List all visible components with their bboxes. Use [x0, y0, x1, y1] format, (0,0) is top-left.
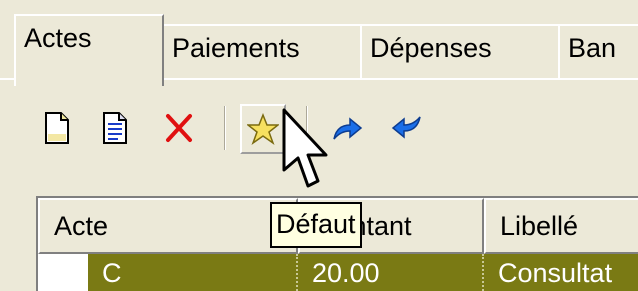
mouse-cursor-icon	[282, 108, 328, 188]
move-up-button[interactable]	[328, 106, 366, 150]
cell-libelle-value: Consultat	[498, 258, 613, 288]
blue-arrow-up-icon	[333, 117, 363, 140]
tab-strip: Actes Paiements Dépenses Ban	[0, 0, 638, 86]
tab-paiements[interactable]: Paiements	[162, 24, 362, 78]
default-button[interactable]	[240, 104, 286, 154]
tab-banque[interactable]: Ban	[558, 24, 638, 78]
star-icon	[247, 113, 279, 145]
tab-actes[interactable]: Actes	[14, 14, 164, 86]
new-document-icon	[45, 112, 69, 144]
move-down-button[interactable]	[388, 106, 426, 150]
red-x-icon	[166, 114, 192, 142]
cell-libelle[interactable]: Consultat	[484, 254, 638, 291]
row-indicator	[38, 254, 88, 291]
edit-document-icon	[103, 112, 127, 144]
cell-acte-value: C	[102, 258, 122, 288]
tab-depenses[interactable]: Dépenses	[360, 24, 560, 78]
table-row[interactable]: C 20.00 Consultat	[38, 254, 638, 291]
tooltip-text: Défaut	[276, 209, 356, 239]
edit-document-button[interactable]	[96, 106, 134, 150]
delete-button[interactable]	[160, 106, 198, 150]
tab-actes-label: Actes	[24, 23, 92, 53]
tooltip: Défaut	[270, 202, 362, 248]
tab-paiements-label: Paiements	[172, 33, 300, 63]
column-header-libelle[interactable]: Libellé	[484, 198, 638, 254]
column-header-acte[interactable]: Acte	[38, 198, 298, 254]
tab-depenses-label: Dépenses	[370, 33, 492, 63]
cell-acte[interactable]: C	[88, 254, 298, 291]
cell-montant[interactable]: 20.00	[298, 254, 484, 291]
blue-arrow-down-icon	[391, 116, 421, 139]
toolbar-separator	[224, 106, 226, 150]
tab-banque-label: Ban	[568, 33, 617, 63]
new-document-button[interactable]	[38, 106, 76, 150]
column-header-acte-label: Acte	[54, 211, 109, 241]
cell-montant-value: 20.00	[312, 258, 380, 288]
column-header-libelle-label: Libellé	[500, 211, 579, 241]
